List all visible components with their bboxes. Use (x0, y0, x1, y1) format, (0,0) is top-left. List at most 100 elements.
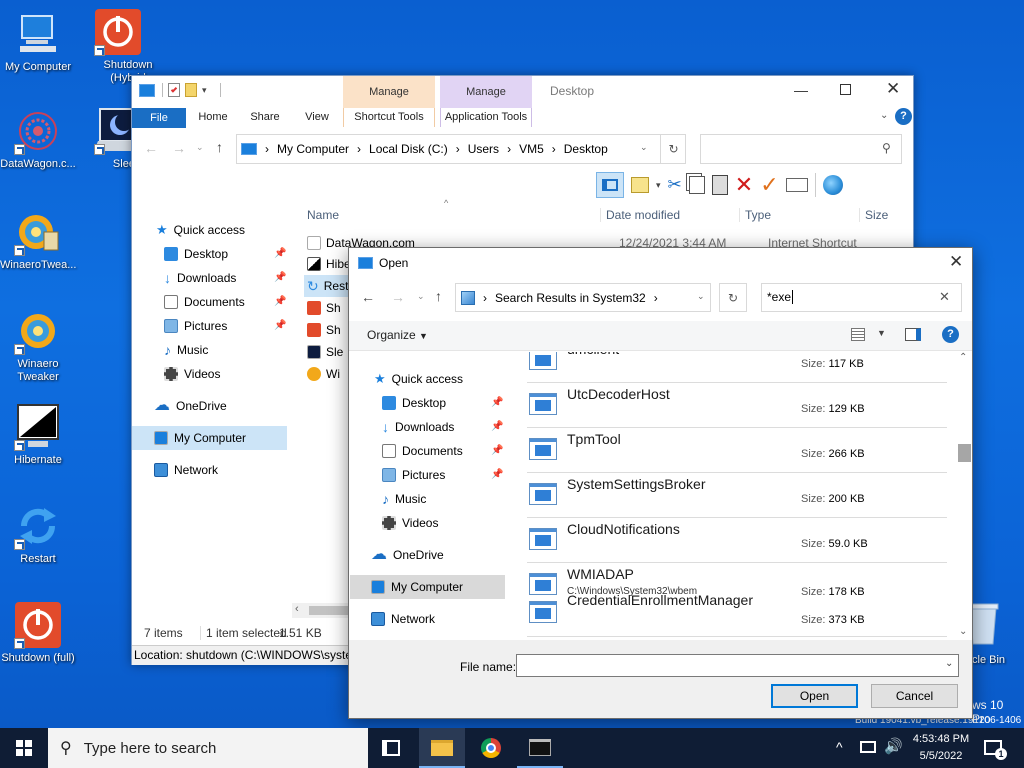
notes-icon[interactable] (631, 177, 649, 193)
desktop-icon-winaerotweaker-1[interactable]: WinaeroTwea... (0, 208, 76, 272)
column-date-modified[interactable]: Date modified (600, 208, 680, 222)
nav-my-computer[interactable]: My Computer (154, 427, 246, 449)
network-tray-icon[interactable] (860, 741, 876, 753)
desktop-icon-hibernate[interactable]: Hibernate (0, 403, 76, 467)
taskbar-explorer[interactable] (419, 728, 465, 768)
tab-file[interactable]: File (132, 108, 186, 128)
vertical-scrollbar[interactable]: ⌃ ⌄ (956, 352, 972, 638)
nav-videos[interactable]: Videos (164, 363, 220, 385)
nav-downloads[interactable]: ↓ Downloads (164, 267, 236, 289)
horizontal-scrollbar[interactable]: ‹ (292, 603, 352, 618)
file-item[interactable]: UtcDecoderHost Size: 129 KB (527, 383, 947, 428)
preview-pane-icon[interactable] (596, 172, 624, 198)
dialog-recent-button[interactable]: ⌄ (417, 291, 425, 302)
address-dropdown-icon[interactable]: ⌄ (640, 142, 648, 153)
scroll-up-icon[interactable]: ⌃ (959, 352, 967, 363)
breadcrumb-item[interactable]: My Computer (277, 142, 349, 156)
dialog-address-bar[interactable]: › Search Results in System32 › (455, 283, 711, 312)
file-row[interactable]: Sh (307, 319, 341, 341)
maximize-button[interactable] (840, 84, 851, 95)
nav-onedrive[interactable]: ☁ OneDrive (154, 395, 227, 417)
refresh-button[interactable]: ↻ (660, 134, 686, 164)
dialog-help-icon[interactable]: ? (942, 326, 959, 343)
start-button[interactable] (0, 728, 48, 768)
minimize-button[interactable]: — (794, 82, 808, 98)
cancel-button[interactable]: Cancel (871, 684, 958, 708)
show-hidden-icons[interactable]: ^ (836, 739, 843, 755)
cut-icon[interactable]: ✂ (668, 175, 682, 195)
file-row[interactable]: Hibe (307, 253, 351, 275)
file-row-selected[interactable]: ↻ Rest (307, 275, 348, 297)
desktop-icon-my-computer[interactable]: My Computer (0, 10, 76, 74)
nav-quick-access[interactable]: ★ Quick access (156, 219, 245, 241)
desktop-icon-restart[interactable]: Restart (0, 502, 76, 566)
new-folder-icon[interactable] (185, 83, 197, 97)
file-row[interactable]: Sh (307, 297, 341, 319)
pin-icon[interactable]: 📌 (274, 248, 286, 259)
file-item[interactable]: TpmTool Size: 266 KB (527, 428, 947, 473)
breadcrumb-item[interactable]: Desktop (564, 142, 608, 156)
tab-application-tools[interactable]: Application Tools (440, 108, 532, 127)
scroll-down-icon[interactable]: ⌄ (959, 626, 967, 637)
clear-search-icon[interactable]: ✕ (939, 289, 950, 305)
nav-music[interactable]: ♪ Music (164, 339, 208, 361)
close-button[interactable]: ✕ (886, 79, 900, 99)
nav-desktop[interactable]: Desktop (164, 243, 228, 265)
dialog-forward-button[interactable]: → (391, 289, 405, 305)
tab-view[interactable]: View (296, 108, 338, 127)
open-button[interactable]: Open (771, 684, 858, 708)
task-view-icon[interactable] (382, 740, 400, 756)
dialog-address-dropdown[interactable]: ⌄ (697, 291, 705, 302)
preview-pane-icon[interactable] (905, 328, 921, 341)
dialog-search-input[interactable]: *exe (761, 283, 962, 312)
file-row[interactable]: Wi (307, 363, 340, 385)
breadcrumb-item[interactable]: Local Disk (C:) (369, 142, 448, 156)
volume-icon[interactable]: 🔊 (884, 737, 903, 755)
dialog-up-button[interactable]: ↑ (435, 288, 442, 304)
desktop-icon-datawagon[interactable]: DataWagon.c... (0, 107, 76, 171)
column-type[interactable]: Type (739, 208, 771, 222)
dropdown-icon[interactable]: ▾ (656, 180, 661, 191)
breadcrumb-item[interactable]: VM5 (519, 142, 544, 156)
breadcrumb-item[interactable]: Users (468, 142, 499, 156)
rename-icon[interactable] (785, 178, 808, 192)
file-item[interactable]: SystemSettingsBroker Size: 200 KB (527, 473, 947, 518)
clock-time[interactable]: 4:53:48 PM (912, 733, 970, 745)
pin-icon[interactable]: 📌 (274, 320, 286, 331)
file-item[interactable]: umclient Size: 117 KB (527, 352, 947, 383)
scroll-left-icon[interactable]: ‹ (295, 603, 299, 615)
check-icon[interactable]: ✓ (760, 172, 778, 198)
shell-icon[interactable] (822, 175, 843, 195)
help-icon[interactable]: ? (895, 108, 912, 125)
tab-home[interactable]: Home (192, 108, 234, 127)
back-button[interactable]: ← (144, 140, 158, 156)
address-bar[interactable]: › My Computer › Local Disk (C:) › Users … (236, 134, 686, 164)
filename-dropdown-icon[interactable]: ⌄ (945, 658, 953, 669)
customize-toolbar-icon[interactable]: ▾ (202, 85, 207, 96)
scrollbar-thumb[interactable] (958, 444, 971, 462)
properties-icon[interactable] (168, 83, 180, 97)
recent-locations-button[interactable]: ⌄ (196, 142, 204, 153)
desktop-icon-winaerotweaker-2[interactable]: Winaero Tweaker (0, 307, 76, 384)
scrollbar-thumb[interactable] (309, 606, 349, 615)
dialog-back-button[interactable]: ← (361, 289, 375, 305)
organize-button[interactable]: Organize ▼ (367, 328, 428, 342)
nav-pictures[interactable]: Pictures (164, 315, 227, 337)
dialog-address-text[interactable]: Search Results in System32 (495, 291, 646, 305)
ribbon-expand-icon[interactable]: ⌄ (880, 110, 888, 121)
filename-input[interactable] (516, 654, 959, 677)
delete-icon[interactable]: ✕ (735, 172, 753, 198)
tab-shortcut-tools[interactable]: Shortcut Tools (343, 108, 435, 127)
up-button[interactable]: ↑ (216, 139, 223, 155)
pin-icon[interactable]: 📌 (274, 296, 286, 307)
paste-icon[interactable] (711, 175, 728, 195)
explorer-search-box[interactable] (700, 134, 902, 164)
taskbar-chrome[interactable] (468, 728, 514, 768)
tab-share[interactable]: Share (244, 108, 286, 127)
file-row[interactable]: Sle (307, 341, 343, 363)
dialog-refresh-button[interactable]: ↻ (719, 283, 747, 312)
nav-network[interactable]: Network (154, 459, 218, 481)
column-size[interactable]: Size (859, 208, 888, 222)
copy-icon[interactable] (688, 176, 705, 194)
file-item[interactable]: CredentialEnrollmentManager Size: 373 KB (527, 592, 947, 637)
